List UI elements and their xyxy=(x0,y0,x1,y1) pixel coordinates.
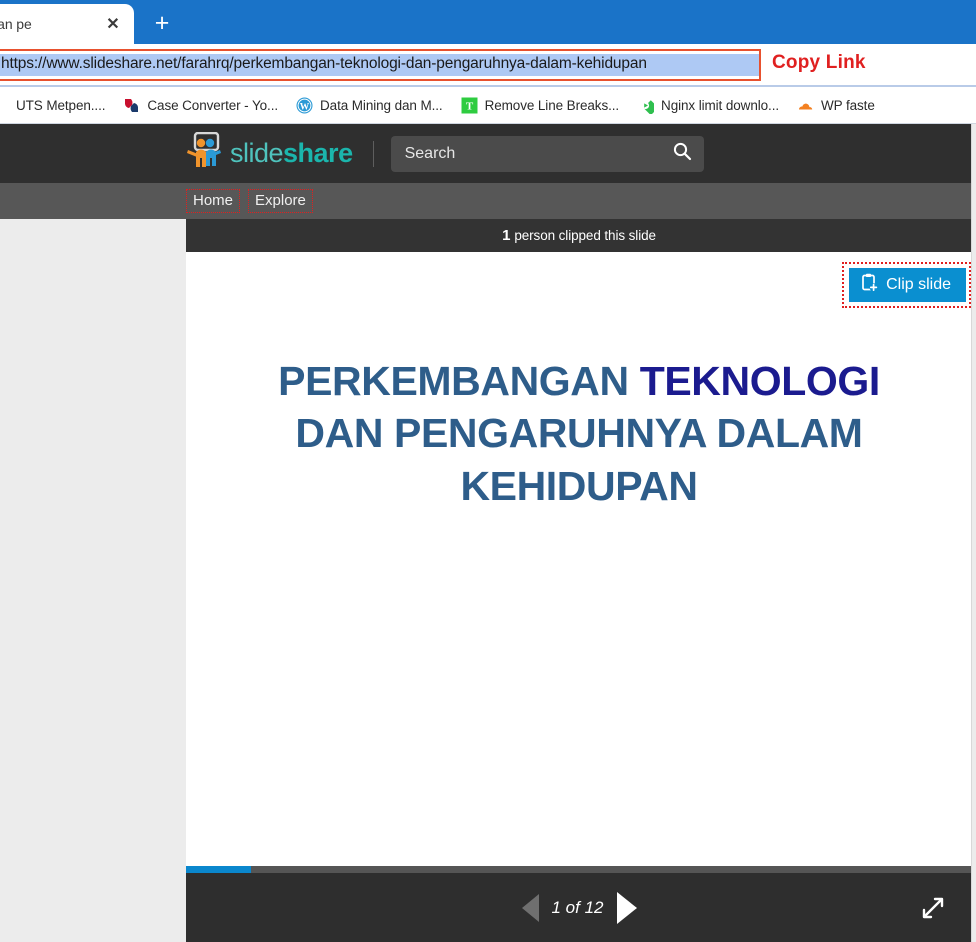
bookmarks-bar: UTS Metpen.... Case Converter - Yo... W … xyxy=(0,87,976,124)
case-converter-icon xyxy=(123,97,140,114)
slide-title-line1-accent: TEKNOLOGI xyxy=(639,358,881,404)
cloudflare-icon xyxy=(797,97,814,114)
bookmark-item[interactable]: Case Converter - Yo... xyxy=(114,97,287,114)
nav-item-home[interactable]: Home xyxy=(186,189,241,213)
slide-progress-track[interactable] xyxy=(186,866,972,873)
bookmark-item[interactable]: T Remove Line Breaks... xyxy=(452,97,628,114)
bookmark-item[interactable]: UTS Metpen.... xyxy=(0,97,114,114)
browser-address-bar: https://www.slideshare.net/farahrq/perke… xyxy=(0,44,976,87)
search-input[interactable]: Search xyxy=(405,145,672,163)
slideshare-logo-icon xyxy=(186,131,222,175)
plus-icon[interactable]: + xyxy=(146,8,178,38)
bookmark-item[interactable]: WP faste xyxy=(788,97,884,114)
clip-count: 1 xyxy=(502,227,511,244)
search-icon[interactable] xyxy=(672,141,692,166)
expand-arrows-icon[interactable] xyxy=(920,895,946,921)
slide-title-line3: KEHIDUPAN xyxy=(460,462,698,509)
slideshare-wordmark: slideshare xyxy=(230,138,353,169)
slide-viewer: 1 person clipped this slide Clip slide P… xyxy=(186,219,972,942)
play-diamond-icon xyxy=(637,97,655,114)
svg-text:W: W xyxy=(300,102,310,112)
svg-text:T: T xyxy=(465,100,473,112)
triangle-left-icon[interactable] xyxy=(521,893,539,922)
bookmark-item[interactable]: Nginx limit downlo... xyxy=(628,97,788,114)
close-icon[interactable]: ✕ xyxy=(102,13,124,35)
slide-title: PERKEMBANGAN TEKNOLOGI DAN PENGARUHNYA D… xyxy=(186,355,972,512)
bookmark-icon xyxy=(0,97,9,114)
logo-text-bold: share xyxy=(283,138,353,168)
slide-progress-fill xyxy=(186,866,252,873)
bookmark-item[interactable]: W Data Mining dan M... xyxy=(287,97,452,114)
nav-item-explore[interactable]: Explore xyxy=(248,189,313,213)
clip-slide-label: Clip slide xyxy=(886,276,951,293)
slide-stage: Clip slide PERKEMBANGAN TEKNOLOGI DAN PE… xyxy=(186,252,972,866)
copy-link-annotation: Copy Link xyxy=(772,52,866,73)
slideshare-navbar: Home Explore xyxy=(0,183,976,219)
url-text: https://www.slideshare.net/farahrq/perke… xyxy=(0,54,759,76)
bookmark-label: WP faste xyxy=(821,97,875,113)
page-content: slideshare Search Home Explore 1 person … xyxy=(0,124,976,942)
tab-title: knologi dan pe xyxy=(0,16,32,32)
clip-slide-highlight: Clip slide xyxy=(842,262,971,308)
page-indicator: 1 of 12 xyxy=(551,897,604,917)
textfixer-icon: T xyxy=(461,97,478,114)
clipboard-plus-icon xyxy=(860,273,878,297)
bookmark-label: Case Converter - Yo... xyxy=(147,97,279,113)
browser-tab-active[interactable]: knologi dan pe ✕ xyxy=(0,4,134,44)
wordpress-icon: W xyxy=(296,97,313,114)
search-box[interactable]: Search xyxy=(390,135,704,172)
logo-text-light: slide xyxy=(230,138,284,168)
slide-title-line1-primary: PERKEMBANGAN xyxy=(278,358,640,404)
slideshare-logo[interactable]: slideshare xyxy=(186,131,353,175)
bookmark-label: UTS Metpen.... xyxy=(16,97,106,113)
clip-slide-button[interactable]: Clip slide xyxy=(849,268,966,302)
slide-title-line2: DAN PENGARUHNYA DALAM xyxy=(295,410,863,457)
address-bar-underline xyxy=(0,85,976,87)
browser-tab-strip: knologi dan pe ✕ + xyxy=(0,0,976,44)
header-divider xyxy=(372,140,374,167)
bookmark-label: Nginx limit downlo... xyxy=(661,97,779,113)
page-scrollbar[interactable] xyxy=(971,124,976,942)
bookmark-label: Remove Line Breaks... xyxy=(484,97,620,113)
slide-viewer-footer: 1 of 12 xyxy=(186,866,972,942)
triangle-right-icon[interactable] xyxy=(616,891,637,924)
bookmark-label: Data Mining dan M... xyxy=(320,97,443,113)
clip-banner-text: person clipped this slide xyxy=(514,228,656,243)
clip-count-banner: 1 person clipped this slide xyxy=(186,219,972,252)
slide-footer-controls: 1 of 12 xyxy=(186,873,972,942)
slideshare-header: slideshare Search xyxy=(0,124,976,183)
url-input[interactable]: https://www.slideshare.net/farahrq/perke… xyxy=(0,49,761,81)
